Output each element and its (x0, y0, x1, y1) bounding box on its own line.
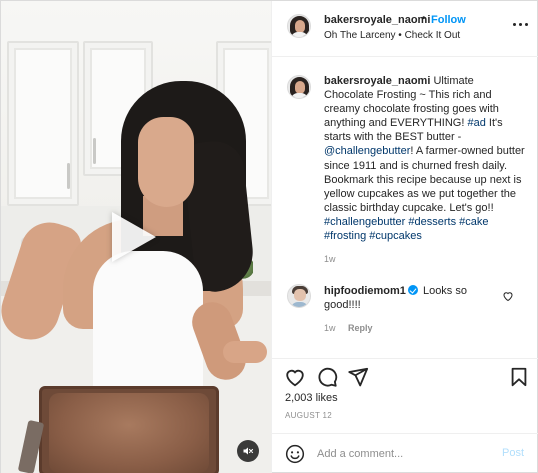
add-comment-bar: Post (272, 433, 538, 473)
more-options-icon[interactable] (510, 16, 530, 32)
caption-username[interactable]: bakersroyale_naomi (324, 75, 430, 87)
smiley-icon[interactable] (285, 444, 305, 464)
instagram-post: bakersroyale_naomi • Follow Oh The Larce… (0, 0, 538, 473)
hashtag-link[interactable]: #cake (459, 216, 488, 228)
bookmark-icon[interactable] (508, 366, 530, 388)
post-comment-button[interactable]: Post (502, 447, 524, 459)
avatar[interactable] (287, 75, 311, 99)
caption-timestamp[interactable]: 1w (324, 254, 336, 264)
comment-bubble-icon[interactable] (316, 366, 338, 388)
comment: hipfoodiemom1 Looks so good!!!! (324, 284, 494, 312)
avatar[interactable] (287, 14, 311, 38)
action-bar (272, 358, 538, 394)
hashtag-link[interactable]: #desserts (408, 216, 456, 228)
mention-link[interactable]: @challengebutter (324, 145, 410, 157)
post-date[interactable]: AUGUST 12 (285, 411, 332, 420)
hashtag-link[interactable]: #cupcakes (369, 230, 422, 242)
hashtag-link[interactable]: #frosting (324, 230, 366, 242)
chocolate-frosting (49, 393, 209, 473)
like-count[interactable]: 2,003 likes (285, 392, 338, 404)
play-icon[interactable] (112, 212, 156, 262)
comment-username[interactable]: hipfoodiemom1 (324, 285, 406, 297)
comment-timestamp[interactable]: 1w (324, 323, 336, 333)
cabinet (7, 41, 79, 206)
speaker-muted-icon[interactable] (237, 440, 259, 462)
follow-button[interactable]: Follow (431, 14, 466, 26)
reply-button[interactable]: Reply (348, 323, 373, 333)
post-video[interactable] (1, 1, 271, 473)
add-comment-input[interactable] (317, 444, 487, 464)
hashtag-link[interactable]: #challengebutter (324, 216, 405, 228)
comments-section: bakersroyale_naomi Ultimate Chocolate Fr… (272, 58, 538, 358)
paper-plane-icon[interactable] (347, 366, 369, 388)
avatar[interactable] (287, 284, 311, 308)
post-header: bakersroyale_naomi • Follow Oh The Larce… (272, 1, 538, 57)
person-face (138, 117, 194, 207)
verified-badge-icon (407, 285, 418, 295)
person-tank-top (93, 251, 203, 401)
post-caption: bakersroyale_naomi Ultimate Chocolate Fr… (324, 74, 526, 243)
author-username[interactable]: bakersroyale_naomi (324, 14, 430, 26)
heart-icon[interactable] (284, 366, 306, 388)
audio-attribution[interactable]: Oh The Larceny • Check It Out (324, 30, 460, 41)
person-hand (223, 341, 267, 363)
post-details-panel: bakersroyale_naomi • Follow Oh The Larce… (271, 1, 538, 473)
separator-dot: • (422, 13, 426, 24)
heart-icon[interactable] (502, 290, 514, 302)
hashtag-link[interactable]: #ad (467, 117, 485, 129)
comment-meta: 1w Reply (324, 323, 373, 333)
